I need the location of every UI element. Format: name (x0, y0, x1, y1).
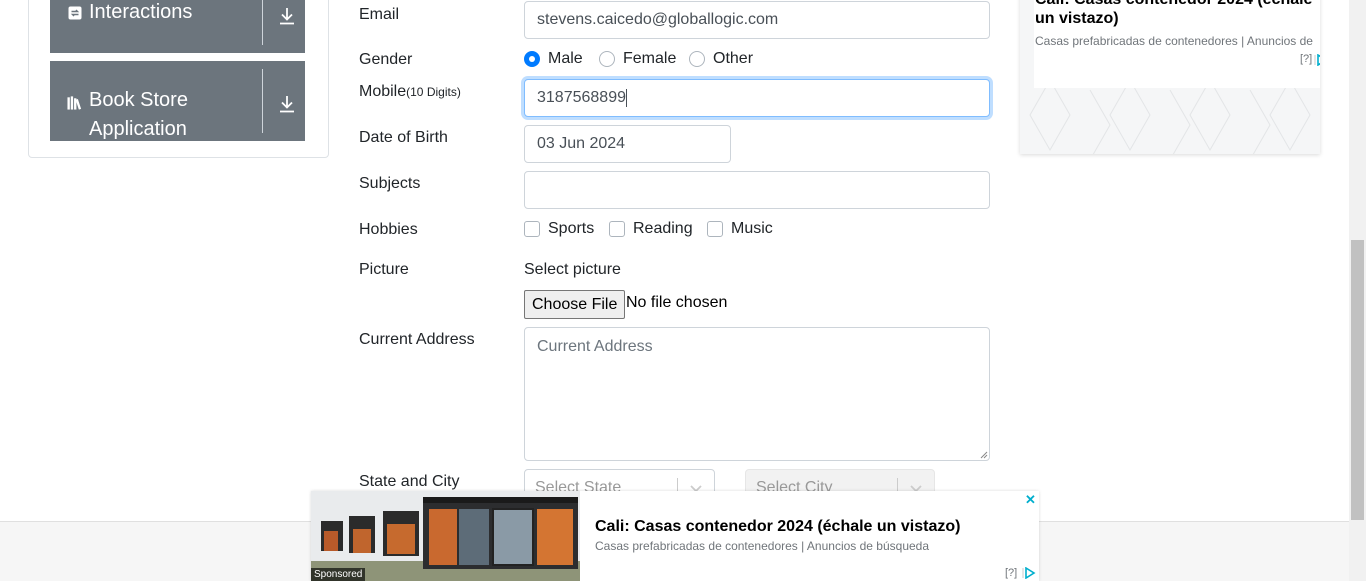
text-cursor (625, 88, 627, 107)
ad-background-pattern (1029, 80, 1311, 154)
gender-label: Gender (359, 51, 413, 68)
checkbox[interactable] (524, 221, 540, 237)
checkbox-label: Music (731, 220, 773, 237)
hobby-checkbox-music[interactable]: Music (707, 220, 773, 238)
radio-button[interactable] (524, 51, 540, 67)
ad-title[interactable]: Cali: Casas contenedor 2024 (échale un v… (595, 517, 1025, 536)
subjects-label: Subjects (359, 175, 421, 192)
sidebar-group-book-store[interactable]: Book Store Application (50, 61, 305, 141)
address-label: Current Address (359, 331, 475, 348)
checkbox[interactable] (707, 221, 723, 237)
sponsored-label: Sponsored (311, 568, 366, 581)
book-icon (67, 94, 83, 110)
ad-subtitle: Casas prefabricadas de contenedores | An… (595, 539, 930, 553)
sidebar-group-label: Interactions (89, 1, 193, 23)
gender-radio-male[interactable]: Male (524, 50, 583, 68)
sidebar-group-label: Book Store Application (89, 89, 188, 140)
checkbox-label: Reading (633, 220, 693, 237)
ad-info-link[interactable]: [?] (1005, 567, 1017, 579)
gender-radio-other[interactable]: Other (689, 50, 753, 68)
hobby-checkbox-sports[interactable]: Sports (524, 220, 594, 238)
radio-button[interactable] (689, 51, 705, 67)
mobile-value: 3187568899 (537, 89, 626, 106)
interactions-icon (67, 5, 83, 21)
adchoices-icon[interactable] (1314, 54, 1320, 66)
radio-label: Other (713, 50, 754, 67)
practice-form-page: Interactions Book Store Application Emai… (0, 0, 1366, 581)
subjects-field[interactable] (524, 171, 990, 209)
choose-file-button[interactable]: Choose File (524, 290, 626, 319)
email-label: Email (359, 6, 400, 23)
ad-info-link[interactable]: [?] (1300, 53, 1312, 65)
select-picture-label: Select picture (524, 261, 621, 278)
download-icon[interactable] (278, 94, 296, 114)
ad-subtitle: Casas prefabricadas de contenedores | An… (1035, 34, 1315, 48)
ad-banner-bottom[interactable]: Sponsored Cali: Casas contenedor 2024 (é… (311, 491, 1039, 581)
adchoices-icon[interactable] (1022, 567, 1036, 579)
resize-grip-icon[interactable] (978, 449, 988, 459)
dob-field[interactable]: 03 Jun 2024 (524, 125, 731, 163)
gender-radio-female[interactable]: Female (599, 50, 676, 68)
picture-label: Picture (359, 261, 409, 278)
ad-image[interactable]: Sponsored (311, 491, 580, 581)
radio-label: Female (623, 50, 677, 67)
checkbox-label: Sports (548, 220, 595, 237)
current-address-textarea[interactable]: Current Address (524, 327, 990, 461)
radio-button[interactable] (599, 51, 615, 67)
hobbies-label: Hobbies (359, 221, 418, 238)
mobile-label-text: Mobile (359, 83, 407, 100)
checkbox[interactable] (609, 221, 625, 237)
file-status: No file chosen (626, 294, 728, 311)
dob-label: Date of Birth (359, 129, 448, 146)
email-field[interactable]: stevens.caicedo@globallogic.com (524, 1, 990, 39)
mobile-field[interactable]: 3187568899 (524, 79, 990, 117)
download-icon[interactable] (278, 6, 296, 26)
ad-title[interactable]: Cali: Casas contenedor 2024 (échale un v… (1035, 0, 1315, 28)
scrollbar-thumb[interactable] (1351, 240, 1364, 520)
hobby-checkbox-reading[interactable]: Reading (609, 220, 693, 238)
mobile-label: Mobile(10 Digits) (359, 80, 461, 104)
sidebar-group-interactions[interactable]: Interactions (50, 0, 305, 53)
ad-close-button[interactable]: ✕ (1025, 492, 1036, 508)
ad-banner-right[interactable]: Cali: Casas contenedor 2024 (échale un v… (1020, 0, 1320, 154)
mobile-label-hint: (10 Digits) (406, 85, 461, 99)
radio-label: Male (548, 50, 583, 67)
